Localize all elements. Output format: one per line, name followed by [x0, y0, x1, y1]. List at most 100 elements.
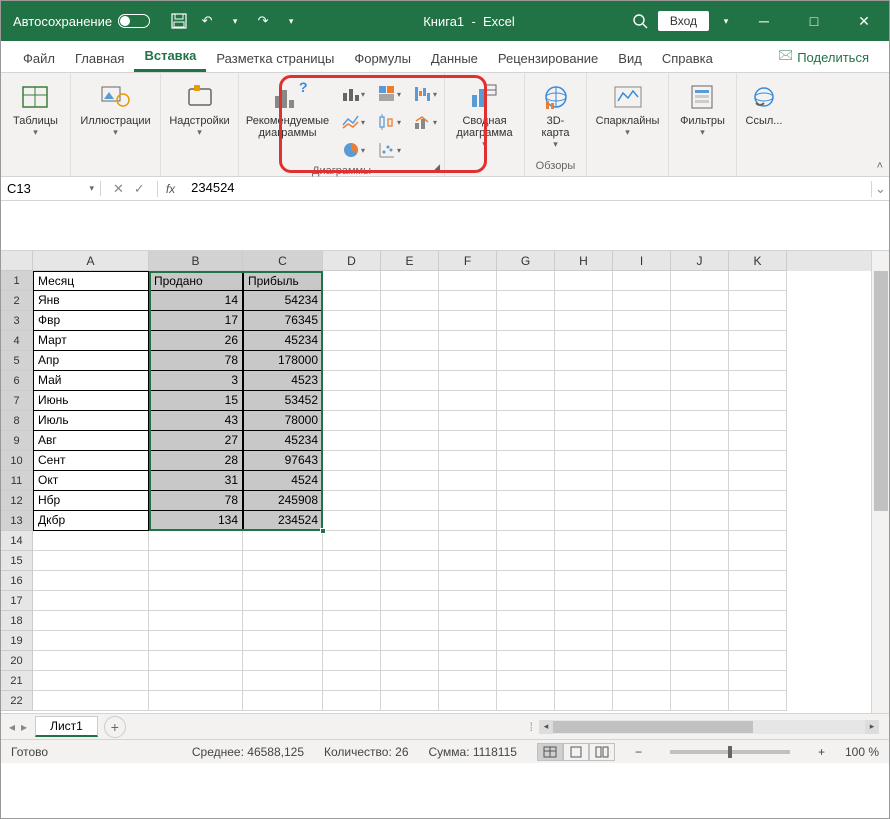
cell-F12[interactable] — [439, 491, 497, 511]
cell-B6[interactable]: 3 — [149, 371, 243, 391]
tab-layout[interactable]: Разметка страницы — [206, 45, 344, 72]
combo-chart-button[interactable]: ▾ — [410, 109, 442, 135]
hierarchy-chart-button[interactable]: ▾ — [374, 81, 406, 107]
links-button[interactable]: Ссыл... — [740, 77, 788, 131]
cell-B21[interactable] — [149, 671, 243, 691]
cell-G9[interactable] — [497, 431, 555, 451]
cell-C15[interactable] — [243, 551, 323, 571]
cell-F15[interactable] — [439, 551, 497, 571]
cell-H14[interactable] — [555, 531, 613, 551]
cell-B5[interactable]: 78 — [149, 351, 243, 371]
cell-F21[interactable] — [439, 671, 497, 691]
illustrations-button[interactable]: Иллюстрации ▾ — [76, 77, 154, 142]
vertical-scrollbar[interactable] — [871, 251, 889, 713]
cell-H9[interactable] — [555, 431, 613, 451]
cell-G5[interactable] — [497, 351, 555, 371]
cell-A9[interactable]: Авг — [33, 431, 149, 451]
cell-B17[interactable] — [149, 591, 243, 611]
cell-G4[interactable] — [497, 331, 555, 351]
cell-F4[interactable] — [439, 331, 497, 351]
cell-D14[interactable] — [323, 531, 381, 551]
cell-J17[interactable] — [671, 591, 729, 611]
cell-I22[interactable] — [613, 691, 671, 711]
cell-C2[interactable]: 54234 — [243, 291, 323, 311]
cell-B8[interactable]: 43 — [149, 411, 243, 431]
cell-F5[interactable] — [439, 351, 497, 371]
cell-K12[interactable] — [729, 491, 787, 511]
cell-C7[interactable]: 53452 — [243, 391, 323, 411]
filters-button[interactable]: Фильтры ▾ — [676, 77, 729, 142]
cell-C22[interactable] — [243, 691, 323, 711]
col-header-C[interactable]: C — [243, 251, 323, 271]
cell-K13[interactable] — [729, 511, 787, 531]
cell-C10[interactable]: 97643 — [243, 451, 323, 471]
cell-C6[interactable]: 4523 — [243, 371, 323, 391]
cell-K6[interactable] — [729, 371, 787, 391]
cell-H3[interactable] — [555, 311, 613, 331]
cell-E4[interactable] — [381, 331, 439, 351]
cell-E3[interactable] — [381, 311, 439, 331]
cell-C16[interactable] — [243, 571, 323, 591]
cell-E2[interactable] — [381, 291, 439, 311]
cell-G6[interactable] — [497, 371, 555, 391]
cell-F11[interactable] — [439, 471, 497, 491]
col-header-J[interactable]: J — [671, 251, 729, 271]
zoom-slider[interactable] — [670, 750, 790, 754]
line-chart-button[interactable]: ▾ — [338, 109, 370, 135]
cell-K19[interactable] — [729, 631, 787, 651]
cell-G11[interactable] — [497, 471, 555, 491]
row-header-1[interactable]: 1 — [1, 271, 33, 291]
cell-G19[interactable] — [497, 631, 555, 651]
cell-D13[interactable] — [323, 511, 381, 531]
tab-review[interactable]: Рецензирование — [488, 45, 608, 72]
row-header-20[interactable]: 20 — [1, 651, 33, 671]
cell-D17[interactable] — [323, 591, 381, 611]
row-header-13[interactable]: 13 — [1, 511, 33, 531]
cell-K9[interactable] — [729, 431, 787, 451]
cell-A7[interactable]: Июнь — [33, 391, 149, 411]
cell-B18[interactable] — [149, 611, 243, 631]
cell-C12[interactable]: 245908 — [243, 491, 323, 511]
cell-C3[interactable]: 76345 — [243, 311, 323, 331]
cell-J16[interactable] — [671, 571, 729, 591]
tab-formulas[interactable]: Формулы — [344, 45, 421, 72]
cell-D15[interactable] — [323, 551, 381, 571]
autosave-toggle[interactable] — [118, 14, 150, 28]
row-header-14[interactable]: 14 — [1, 531, 33, 551]
cell-G10[interactable] — [497, 451, 555, 471]
name-box[interactable]: C13 ▾ — [1, 181, 101, 196]
normal-view-button[interactable] — [537, 743, 563, 761]
cells-area[interactable]: МесяцПроданоПрибыльЯнв1454234Фвр1776345М… — [33, 271, 889, 711]
cell-E15[interactable] — [381, 551, 439, 571]
cell-D6[interactable] — [323, 371, 381, 391]
cell-D18[interactable] — [323, 611, 381, 631]
cell-J15[interactable] — [671, 551, 729, 571]
cell-J20[interactable] — [671, 651, 729, 671]
tab-data[interactable]: Данные — [421, 45, 488, 72]
cell-D22[interactable] — [323, 691, 381, 711]
cell-F7[interactable] — [439, 391, 497, 411]
cell-H2[interactable] — [555, 291, 613, 311]
cell-G13[interactable] — [497, 511, 555, 531]
col-header-E[interactable]: E — [381, 251, 439, 271]
col-header-K[interactable]: K — [729, 251, 787, 271]
cell-B15[interactable] — [149, 551, 243, 571]
cell-H1[interactable] — [555, 271, 613, 291]
cell-H11[interactable] — [555, 471, 613, 491]
cell-A1[interactable]: Месяц — [33, 271, 149, 291]
cell-I9[interactable] — [613, 431, 671, 451]
tab-view[interactable]: Вид — [608, 45, 652, 72]
cell-E5[interactable] — [381, 351, 439, 371]
row-header-21[interactable]: 21 — [1, 671, 33, 691]
row-header-8[interactable]: 8 — [1, 411, 33, 431]
cell-B1[interactable]: Продано — [149, 271, 243, 291]
cell-A20[interactable] — [33, 651, 149, 671]
cell-G12[interactable] — [497, 491, 555, 511]
col-header-D[interactable]: D — [323, 251, 381, 271]
cell-I4[interactable] — [613, 331, 671, 351]
cell-I21[interactable] — [613, 671, 671, 691]
cell-H8[interactable] — [555, 411, 613, 431]
collapse-ribbon-button[interactable]: ˄ — [877, 160, 883, 172]
cell-H12[interactable] — [555, 491, 613, 511]
cell-H22[interactable] — [555, 691, 613, 711]
